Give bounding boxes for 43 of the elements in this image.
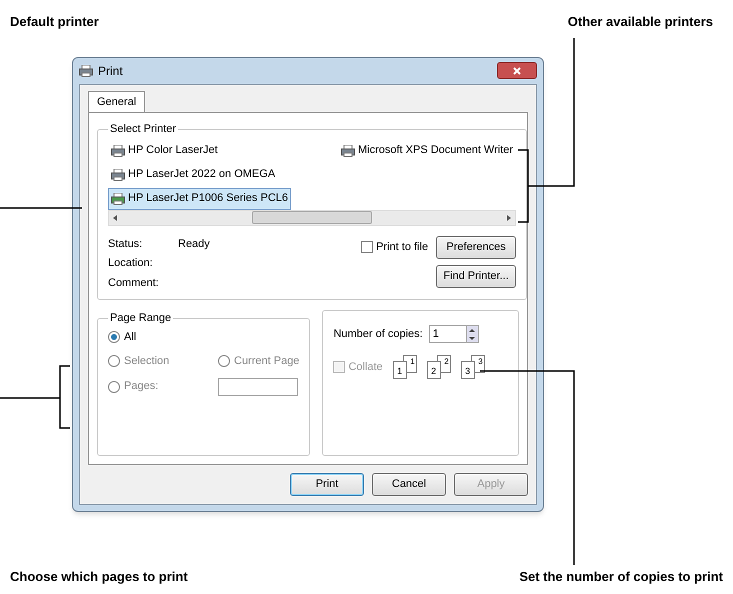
window-title: Print (98, 62, 123, 80)
callout-label: Default printer (10, 13, 99, 31)
info-value: Ready (178, 236, 210, 252)
pages-input-field[interactable] (218, 378, 298, 396)
printer-item[interactable]: HP Color LaserJet (108, 140, 221, 162)
dialog-button[interactable]: Preferences (436, 236, 516, 258)
radio-button[interactable] (218, 355, 230, 368)
info-label: Status: (108, 236, 144, 252)
printer-item[interactable]: Microsoft XPS Document Writer (338, 140, 516, 162)
info-label: Location: (108, 256, 154, 271)
leader-line (0, 365, 71, 429)
printer-icon (79, 64, 93, 76)
copies-spin-field[interactable]: 1 (428, 325, 479, 343)
close-button[interactable] (497, 62, 537, 79)
callout-label: Other available printers (568, 13, 713, 31)
radio-label: All (124, 330, 136, 344)
dialog-button[interactable]: Print (290, 472, 364, 496)
copies-label: Number of copies: (333, 326, 423, 342)
radio-label: Selection (124, 354, 170, 369)
printer-icon (111, 192, 125, 204)
close-icon (513, 66, 521, 74)
checkbox[interactable] (361, 241, 374, 253)
radio-button[interactable] (108, 380, 120, 392)
radio-label: Pages: (124, 379, 158, 394)
checkbox-label: Print to file (376, 240, 428, 255)
dialog-button[interactable]: Find Printer... (436, 264, 516, 288)
printer-icon (111, 144, 125, 156)
dialog-button[interactable]: Cancel (372, 472, 446, 496)
printer-icon (341, 144, 355, 156)
callout-label: Set the number of copies to print (519, 568, 723, 586)
printer-item[interactable]: HP LaserJet P1006 Series PCL6 (108, 188, 291, 210)
group-title: Select Printer (109, 122, 178, 137)
radio-button[interactable] (108, 355, 120, 368)
radio-label: Current Page (234, 354, 300, 369)
printer-icon (111, 168, 125, 180)
horizontal-scrollbar[interactable] (108, 210, 516, 226)
tab[interactable]: General (88, 90, 146, 112)
callout-label: Choose which pages to print (10, 568, 188, 586)
printer-item[interactable]: HP LaserJet 2022 on OMEGA (108, 164, 278, 186)
info-label: Comment: (108, 276, 160, 290)
radio-button[interactable] (108, 330, 120, 343)
checkbox-label: Collate (348, 360, 383, 375)
group-title: Page Range (109, 311, 172, 326)
